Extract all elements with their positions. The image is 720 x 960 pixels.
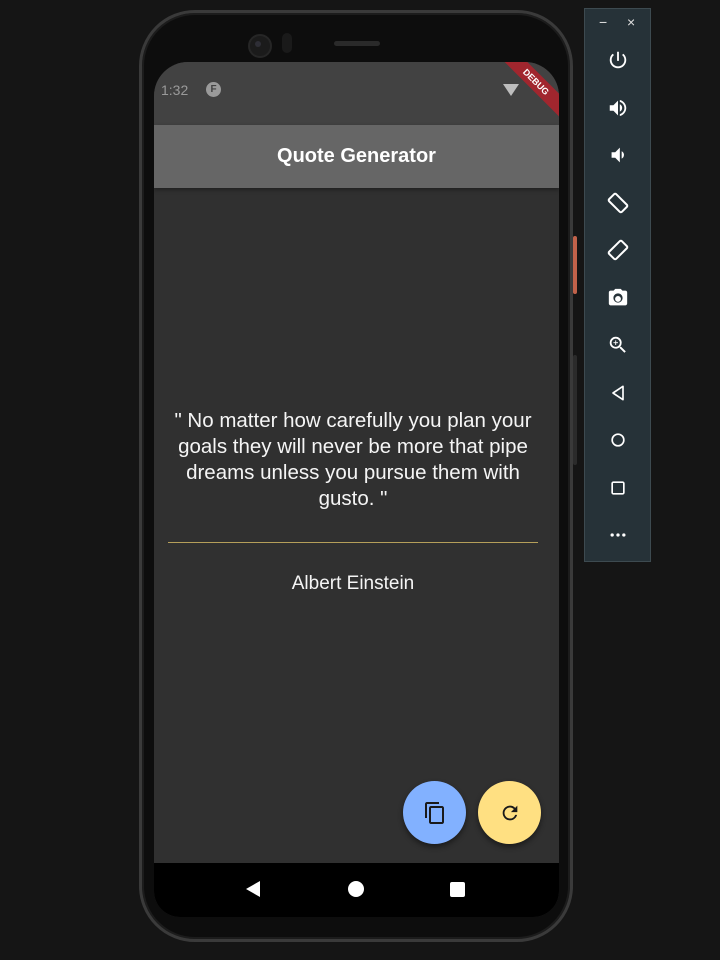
quote-divider [168,542,538,543]
back-icon [612,385,624,401]
zoom-button[interactable] [602,329,634,361]
emulator-toolbar: − × [584,8,651,562]
power-side-button [573,236,577,294]
notification-app-icon: F [206,82,221,97]
emulator-back-button[interactable] [602,377,634,409]
close-button[interactable]: × [627,14,635,30]
wifi-icon [503,84,519,96]
overview-icon [611,481,625,495]
quote-text: " No matter how carefully you plan your … [174,409,532,510]
app-bar-title: Quote Generator [277,145,436,167]
emulator-overview-button[interactable] [602,472,634,504]
camera-icon [608,288,628,306]
more-icon [610,533,626,537]
volume-down-button[interactable] [602,139,634,171]
earpiece-speaker [334,41,380,46]
minimize-button[interactable]: − [599,14,607,30]
power-button[interactable] [602,44,634,76]
volume-up-button[interactable] [602,92,634,124]
power-icon [609,51,627,69]
new-quote-button[interactable] [478,781,541,844]
rotate-left-icon [607,192,629,214]
volume-up-icon [609,99,627,117]
volume-side-button [573,355,577,465]
more-button[interactable] [602,519,634,551]
refresh-icon [502,805,517,820]
home-icon [611,433,625,447]
emulator-home-button[interactable] [602,424,634,456]
app-bar: Quote Generator [154,125,559,188]
nav-back-icon[interactable] [246,881,260,897]
nav-home-icon[interactable] [348,881,364,897]
phone-screen: 1:32 F DEBUG Quote Generator " No matter… [154,62,559,917]
rotate-left-button[interactable] [602,187,634,219]
status-time: 1:32 [161,82,189,98]
rotate-right-button[interactable] [602,234,634,266]
volume-down-icon [611,147,624,163]
nav-recents-icon[interactable] [450,882,465,897]
copy-quote-button[interactable] [403,781,466,844]
android-nav-bar [154,863,559,917]
status-bar: 1:32 F DEBUG [154,62,559,125]
front-camera [248,34,272,58]
camera-sensor [282,33,292,53]
zoom-icon [609,336,626,353]
toolbar-titlebar: − × [585,9,652,37]
rotate-right-icon [607,239,629,261]
quote-author: Albert Einstein [291,573,415,594]
screenshot-button[interactable] [602,282,634,314]
copy-icon [424,801,444,824]
